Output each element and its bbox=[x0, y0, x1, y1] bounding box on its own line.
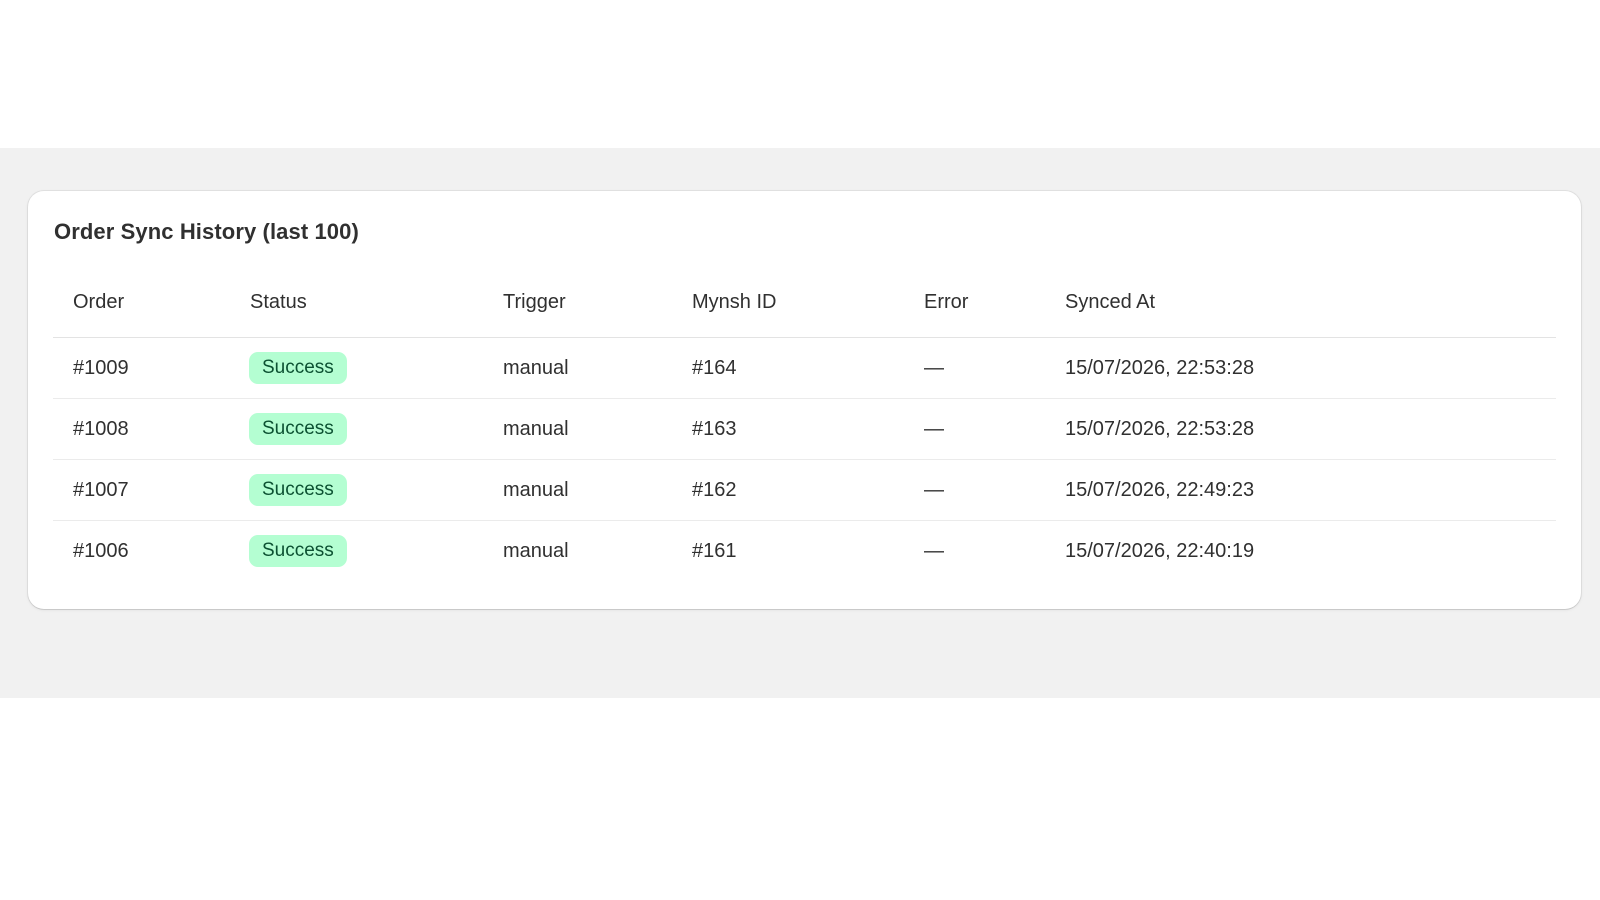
table-header-row: Order Status Trigger Mynsh ID Error Sync… bbox=[53, 273, 1556, 338]
synced-at-cell: 15/07/2026, 22:53:28 bbox=[1045, 337, 1556, 399]
order-number: #1006 bbox=[73, 539, 129, 562]
synced-at-cell: 15/07/2026, 22:40:19 bbox=[1065, 539, 1255, 562]
status-badge: Success bbox=[249, 474, 347, 506]
column-header-trigger[interactable]: Trigger bbox=[483, 273, 672, 338]
error-value: — bbox=[924, 417, 944, 440]
status-cell: Success bbox=[230, 398, 483, 460]
order-number: #1008 bbox=[53, 398, 230, 460]
synced-at-cell: 15/07/2026, 22:49:23 bbox=[1045, 459, 1556, 521]
error-cell: — bbox=[904, 459, 1045, 521]
card-title: Order Sync History (last 100) bbox=[54, 219, 359, 244]
error-cell: — bbox=[904, 521, 1045, 582]
trigger-cell: manual bbox=[483, 398, 672, 460]
error-cell: — bbox=[904, 398, 1045, 460]
table-row[interactable]: #1008 Success manual #163 — 15/07/2026, … bbox=[53, 398, 1556, 460]
mynsh-id-cell: #161 bbox=[692, 539, 737, 562]
order-number: #1009 bbox=[53, 337, 230, 399]
column-header-error[interactable]: Error bbox=[904, 273, 1045, 338]
synced-at-cell: 15/07/2026, 22:53:28 bbox=[1045, 398, 1556, 460]
mynsh-id-cell: #162 bbox=[672, 459, 904, 521]
status-cell: Success bbox=[230, 337, 483, 399]
table-row[interactable]: #1007 Success manual #162 — 15/07/2026, … bbox=[53, 459, 1556, 521]
order-sync-history-card: Order Sync History (last 100) Order Stat… bbox=[28, 191, 1581, 609]
trigger-cell: manual bbox=[503, 539, 569, 562]
order-number: #1007 bbox=[53, 459, 230, 521]
error-value: — bbox=[924, 478, 944, 501]
mynsh-id-cell: #163 bbox=[672, 398, 904, 460]
order-sync-history-table: Order Status Trigger Mynsh ID Error Sync… bbox=[53, 273, 1556, 581]
trigger-cell: manual bbox=[483, 337, 672, 399]
mynsh-id-cell: #164 bbox=[672, 337, 904, 399]
column-header-mynsh-id[interactable]: Mynsh ID bbox=[672, 273, 904, 338]
table-row[interactable]: #1006 Success manual #161 — 15/07/2026, … bbox=[53, 521, 1556, 582]
trigger-cell: manual bbox=[483, 459, 672, 521]
error-value: — bbox=[924, 539, 944, 562]
status-badge: Success bbox=[249, 413, 347, 445]
column-header-order[interactable]: Order bbox=[53, 273, 230, 338]
status-badge: Success bbox=[249, 352, 347, 384]
status-cell: Success bbox=[230, 521, 483, 582]
status-badge: Success bbox=[249, 535, 347, 567]
error-value: — bbox=[924, 356, 944, 379]
status-cell: Success bbox=[230, 459, 483, 521]
error-cell: — bbox=[904, 337, 1045, 399]
column-header-synced-at[interactable]: Synced At bbox=[1045, 273, 1556, 338]
table-row[interactable]: #1009 Success manual #164 — 15/07/2026, … bbox=[53, 337, 1556, 399]
column-header-status[interactable]: Status bbox=[230, 273, 483, 338]
